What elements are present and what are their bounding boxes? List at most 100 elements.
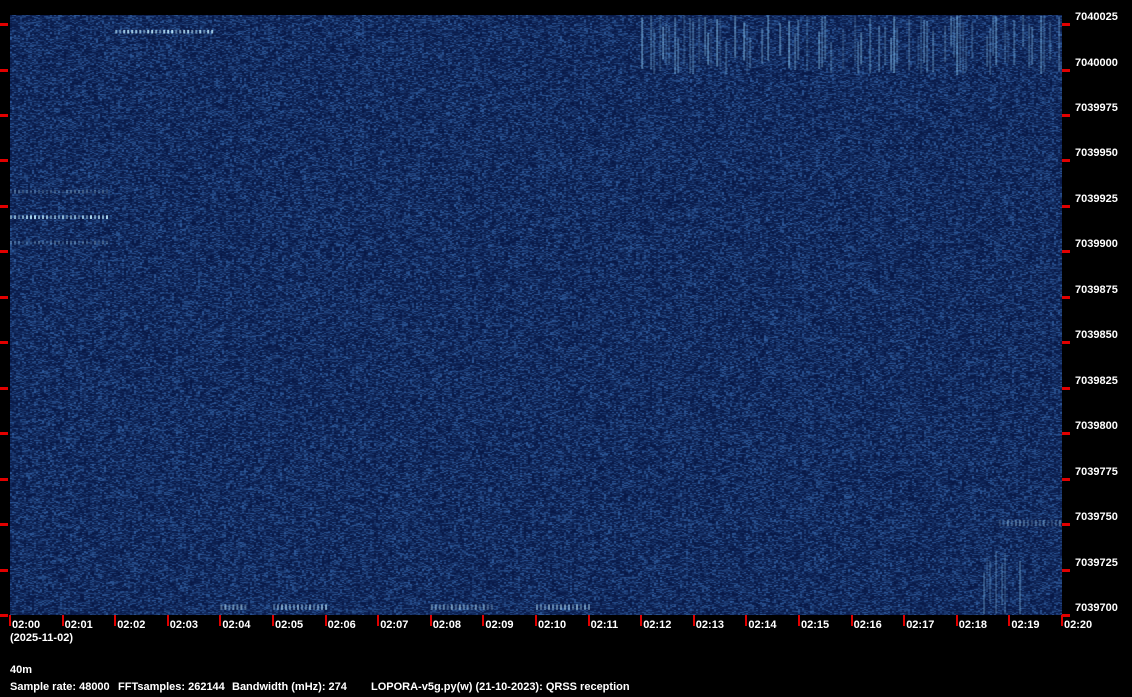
x-tick	[9, 615, 11, 626]
x-tick	[587, 615, 590, 626]
x-tick-label: 02:19	[1011, 619, 1040, 631]
x-tick-label: 02:04	[222, 619, 251, 631]
y-tick-left	[0, 341, 8, 345]
x-tick	[745, 615, 748, 626]
y-tick-right	[1062, 523, 1070, 527]
spectrogram-plot	[10, 15, 1062, 615]
program-title: LOPORA-v5g.py(w) (21-10-2023): QRSS rece…	[371, 681, 630, 693]
band-label: 40m	[10, 664, 33, 676]
x-tick	[166, 615, 169, 626]
x-tick-label: 02:11	[590, 619, 619, 631]
x-tick-label: 02:02	[117, 619, 146, 631]
y-tick-left	[0, 386, 8, 390]
y-tick-label: 7039825	[1075, 374, 1118, 387]
y-tick-right	[1062, 614, 1070, 617]
y-tick-right	[1062, 432, 1070, 436]
x-tick-label: 02:08	[432, 619, 461, 631]
y-tick-left	[0, 432, 8, 436]
signal-layer	[10, 15, 1061, 615]
x-tick	[535, 615, 537, 626]
y-tick-label: 7040025	[1075, 11, 1118, 24]
y-tick-left	[0, 568, 8, 572]
y-tick-right	[1062, 204, 1070, 208]
signal	[10, 189, 108, 194]
y-tick-right	[1062, 114, 1070, 117]
x-tick-label: 02:03	[169, 619, 198, 631]
y-tick-label: 7039775	[1075, 465, 1118, 478]
x-tick-label: 02:20	[1064, 619, 1093, 631]
sample-rate-label: Sample rate: 48000	[10, 681, 110, 693]
signal	[10, 215, 108, 219]
x-tick-label: 02:17	[906, 619, 935, 631]
y-tick-left	[0, 204, 8, 208]
y-tick-left	[0, 68, 8, 72]
x-tick	[1061, 615, 1063, 626]
y-tick-left	[0, 523, 8, 527]
x-tick	[482, 615, 485, 626]
y-tick-left	[0, 114, 8, 117]
y-tick-left	[0, 295, 8, 299]
signal	[10, 240, 108, 245]
y-tick-right	[1062, 295, 1070, 299]
x-tick	[114, 615, 117, 626]
x-tick	[219, 615, 222, 626]
signal	[430, 604, 493, 610]
x-tick-label: 02:01	[64, 619, 93, 631]
x-tick	[850, 615, 853, 626]
y-tick-right	[1062, 250, 1070, 254]
x-tick-label: 02:07	[380, 619, 409, 631]
signal	[220, 604, 247, 610]
x-tick-label: 02:13	[695, 619, 724, 631]
y-tick-label: 7039925	[1075, 192, 1118, 205]
y-tick-left	[0, 250, 8, 254]
signal	[641, 15, 1061, 75]
y-tick-right	[1062, 159, 1070, 163]
x-tick	[798, 615, 800, 626]
x-tick-label: 02:00	[12, 619, 41, 631]
y-tick-label: 7039725	[1075, 556, 1118, 569]
x-tick	[429, 615, 432, 626]
signal	[273, 604, 327, 610]
x-tick	[61, 615, 64, 626]
x-tick-label: 02:15	[801, 619, 830, 631]
y-tick-right	[1062, 477, 1070, 481]
y-tick-label: 7040000	[1075, 56, 1118, 69]
x-tick	[272, 615, 274, 626]
y-tick-right	[1062, 568, 1070, 572]
y-tick-left	[0, 614, 8, 617]
x-tick-label: 02:10	[538, 619, 567, 631]
x-tick-label: 02:05	[275, 619, 304, 631]
x-tick-label: 02:09	[485, 619, 514, 631]
y-tick-left	[0, 477, 8, 481]
signal	[983, 551, 1022, 615]
date-label: (2025-11-02)	[10, 632, 73, 644]
y-tick-label: 7039800	[1075, 420, 1118, 433]
y-tick-right	[1062, 386, 1070, 390]
bandwidth-label: Bandwidth (mHz): 274	[232, 681, 347, 693]
y-tick-label: 7039950	[1075, 147, 1118, 160]
y-tick-left	[0, 159, 8, 163]
x-tick	[377, 615, 380, 626]
y-tick-right	[1062, 341, 1070, 345]
x-tick-label: 02:16	[853, 619, 882, 631]
x-tick	[324, 615, 327, 626]
fft-samples-label: FFTsamples: 262144	[118, 681, 225, 693]
signal	[115, 29, 214, 34]
y-tick-right	[1062, 23, 1070, 27]
y-tick-right	[1062, 68, 1070, 72]
y-tick-label: 7039900	[1075, 238, 1118, 251]
y-tick-label: 7039750	[1075, 511, 1118, 524]
x-tick	[903, 615, 906, 626]
y-tick-label: 7039875	[1075, 283, 1118, 296]
x-tick-label: 02:12	[643, 619, 672, 631]
x-tick-label: 02:06	[327, 619, 356, 631]
y-tick-label: 7039700	[1075, 602, 1118, 614]
x-tick	[1008, 615, 1011, 626]
x-tick	[955, 615, 958, 626]
signal	[998, 519, 1061, 527]
y-tick-left	[0, 23, 8, 27]
y-tick-label: 7039850	[1075, 329, 1118, 342]
x-tick-label: 02:14	[748, 619, 777, 631]
y-tick-label: 7039975	[1075, 102, 1118, 114]
signal	[536, 604, 590, 610]
